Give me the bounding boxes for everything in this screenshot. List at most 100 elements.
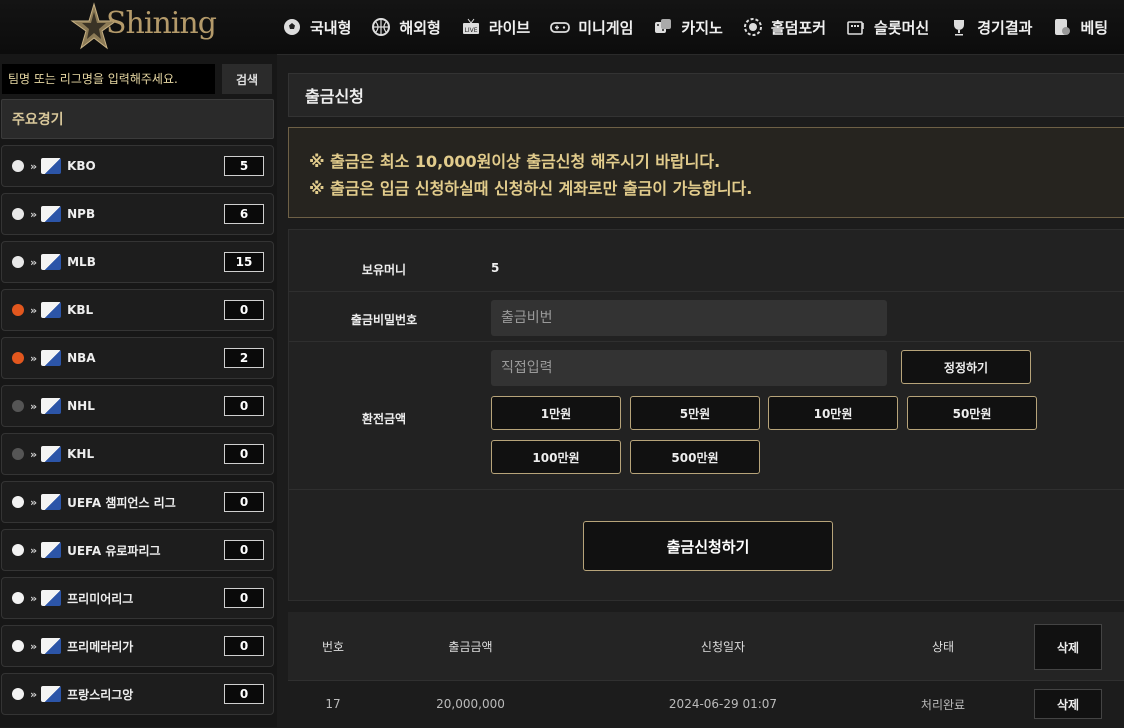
double-chevron-icon: » [30,207,38,221]
nav-live[interactable]: LIVE 라이브 [461,17,530,38]
main-content: 출금신청 ※ 출금은 최소 10,000원이상 출금신청 해주시기 바랍니다. … [288,54,1124,728]
league-logo-icon [41,398,62,414]
double-chevron-icon: » [30,255,38,269]
sport-icon [12,256,24,268]
league-logo-icon [41,638,62,654]
quick-amount-1m[interactable]: 100만원 [491,440,621,474]
nav-slot[interactable]: 슬롯머신 [846,17,929,38]
league-item[interactable]: » NBA 2 [1,337,274,379]
withdraw-password-input[interactable] [491,300,887,336]
nav-label: 슬롯머신 [874,18,930,37]
league-logo-icon [41,206,62,222]
quick-amount-50k[interactable]: 5만원 [630,396,760,430]
game-count-badge: 0 [224,588,264,608]
league-item[interactable]: » 프랑스리그앙 0 [1,673,274,715]
withdraw-history-table: 번호 출금금액 신청일자 상태 삭제 17 20,000,000 2024-06… [288,612,1124,728]
game-count-badge: 0 [224,540,264,560]
league-name: NBA [67,351,96,365]
search-button[interactable]: 검색 [222,64,272,94]
sport-icon [12,640,24,652]
league-name: 프랑스리그앙 [67,687,134,702]
sport-icon [12,400,24,412]
logo-wordmark: Shining [106,6,217,41]
league-search-input[interactable] [2,64,215,94]
divider [289,489,1124,490]
league-item[interactable]: » KHL 0 [1,433,274,475]
quick-amount-10k[interactable]: 1만원 [491,396,621,430]
quick-amount-100k[interactable]: 10만원 [768,396,898,430]
withdraw-notice: ※ 출금은 최소 10,000원이상 출금신청 해주시기 바랍니다. ※ 출금은… [288,127,1124,218]
game-count-badge: 0 [224,444,264,464]
nav-betting[interactable]: 베팅 [1052,17,1108,38]
col-header-date: 신청일자 [700,639,746,654]
game-count-badge: 6 [224,204,264,224]
trophy-icon [954,20,965,36]
balance-value: 5 [491,261,500,275]
submit-withdraw-button[interactable]: 출금신청하기 [583,521,833,571]
nav-minigame[interactable]: 미니게임 [550,17,633,38]
sport-icon [12,304,24,316]
league-logo-icon [41,158,62,174]
main-nav: 국내형 해외형 LIVE 라이브 미니게임 카지노 홀덤포커 슬롯머신 경기결과 [282,0,1124,54]
league-name: NHL [67,399,95,413]
nav-overseas[interactable]: 해외형 [371,17,441,38]
double-chevron-icon: » [30,159,38,173]
cell-amount: 20,000,000 [436,697,505,711]
delete-row-button[interactable]: 삭제 [1034,689,1102,719]
sport-icon [12,208,24,220]
live-tv-icon: LIVE [462,18,479,34]
site-logo[interactable]: Shining [70,2,217,50]
basketball-icon [372,18,391,36]
col-header-no: 번호 [321,639,345,654]
game-count-badge: 15 [224,252,264,272]
nav-label: 카지노 [681,18,723,37]
nav-results[interactable]: 경기결과 [949,17,1032,38]
section-title-featured: 주요경기 [1,99,274,139]
league-item[interactable]: » UEFA 챔피언스 리그 0 [1,481,274,523]
notice-line: ※ 출금은 최소 10,000원이상 출금신청 해주시기 바랍니다. [309,152,721,171]
game-count-badge: 0 [224,300,264,320]
poker-chip-icon [743,18,762,36]
double-chevron-icon: » [30,351,38,365]
double-chevron-icon: » [30,447,38,461]
league-item[interactable]: » 프리메라리가 0 [1,625,274,667]
nav-casino[interactable]: 카지노 [653,17,723,38]
league-item[interactable]: » 프리미어리그 0 [1,577,274,619]
sport-icon [12,160,24,172]
double-chevron-icon: » [30,543,38,557]
league-name: KHL [67,447,95,461]
double-chevron-icon: » [30,303,38,317]
password-label: 출금비밀번호 [350,313,418,327]
double-chevron-icon: » [30,495,38,509]
league-item[interactable]: » KBL 0 [1,289,274,331]
league-logo-icon [41,590,62,606]
game-count-badge: 0 [224,492,264,512]
league-logo-icon [41,494,62,510]
league-item[interactable]: » UEFA 유로파리그 0 [1,529,274,571]
nav-label: 미니게임 [578,18,634,37]
delete-all-button[interactable]: 삭제 [1034,624,1102,670]
cell-no: 17 [325,697,341,711]
nav-label: 해외형 [399,18,441,37]
league-item[interactable]: » NPB 6 [1,193,274,235]
nav-label: 경기결과 [977,18,1033,37]
game-count-badge: 0 [224,684,264,704]
nav-domestic[interactable]: 국내형 [282,17,351,38]
sidebar: 검색 주요경기 »KBO5»NPB6»MLB15»KBL0»NBA2»NHL0»… [0,54,277,727]
nav-holdem[interactable]: 홀덤포커 [743,17,826,38]
amount-input[interactable] [491,350,887,386]
reset-amount-button[interactable]: 정정하기 [901,350,1031,384]
league-item[interactable]: » MLB 15 [1,241,274,283]
league-name: 프리미어리그 [67,591,134,606]
quick-amount-5m[interactable]: 500만원 [630,440,760,474]
col-header-status: 상태 [931,639,955,654]
withdraw-form: 보유머니 5 출금비밀번호 환전금액 정정하기 1만원 5만원 10만원 50만… [288,229,1124,601]
league-item[interactable]: » NHL 0 [1,385,274,427]
quick-amount-500k[interactable]: 50만원 [907,396,1037,430]
svg-text:LIVE: LIVE [464,27,477,34]
league-logo-icon [41,350,62,366]
double-chevron-icon: » [30,687,38,701]
league-item[interactable]: » KBO 5 [1,145,274,187]
double-chevron-icon: » [30,399,38,413]
sport-icon [12,496,24,508]
